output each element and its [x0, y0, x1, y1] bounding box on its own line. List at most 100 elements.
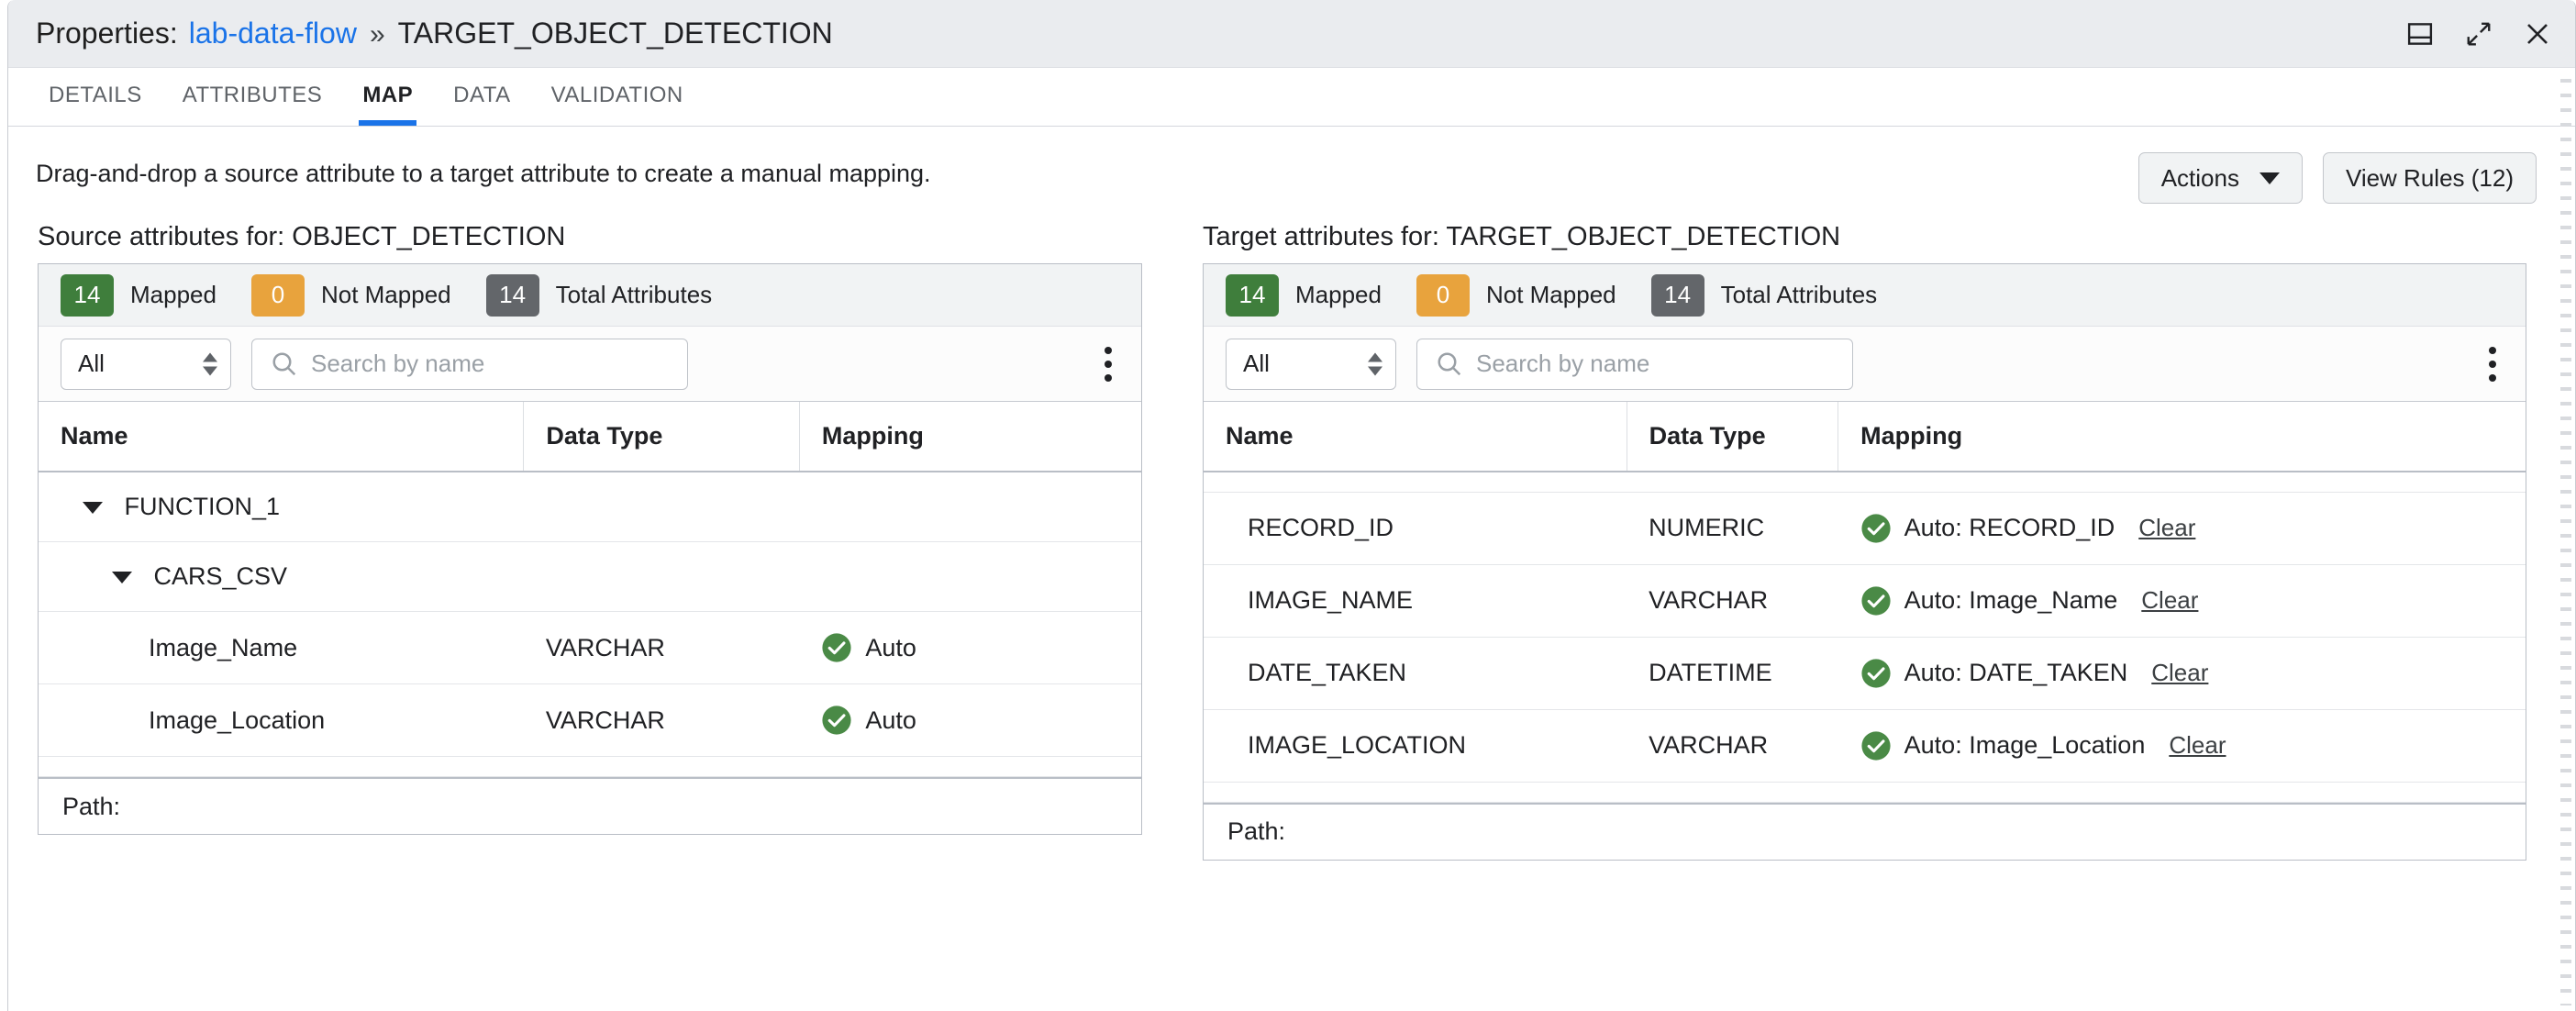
- source-row-datatype: VARCHAR: [523, 683, 800, 757]
- chevron-down-icon[interactable]: [83, 502, 103, 515]
- source-row-datatype: [523, 541, 800, 612]
- target-row-name: IMAGE_NAME: [1204, 564, 1627, 638]
- actions-button[interactable]: Actions: [2137, 152, 2303, 204]
- source-col-name: Name: [39, 402, 525, 472]
- table-row-partial: [39, 756, 1141, 777]
- table-row[interactable]: RECORD_ID NUMERIC Auto: RECORD_ID Clear: [1204, 492, 2526, 565]
- target-row-mapping-cell: Auto: DATE_TAKEN Clear: [1838, 637, 2526, 710]
- tab-data[interactable]: DATA: [433, 68, 530, 126]
- source-path-footer: Path:: [39, 777, 1141, 834]
- target-mapping-label: Auto: RECORD_ID: [1904, 514, 2115, 541]
- source-col-mapping: Mapping: [799, 402, 1141, 472]
- expand-icon[interactable]: [2465, 20, 2493, 48]
- target-total-label: Total Attributes: [1720, 281, 1878, 308]
- check-circle-icon: [822, 705, 851, 735]
- target-path-footer: Path:: [1204, 802, 2526, 860]
- clear-mapping-link[interactable]: Clear: [2141, 586, 2198, 615]
- source-table-header-row: Name Data Type Mapping: [39, 402, 1141, 472]
- source-panel-heading: Source attributes for: OBJECT_DETECTION: [38, 222, 566, 251]
- source-more-options-icon[interactable]: [1099, 341, 1117, 387]
- clear-mapping-link[interactable]: Clear: [2138, 514, 2195, 542]
- stepper-icon: [203, 352, 217, 375]
- target-filter-select[interactable]: All: [1226, 338, 1396, 390]
- source-mapped-badge: 14: [61, 273, 114, 317]
- table-row[interactable]: Image_Name VARCHAR Auto: [39, 611, 1141, 684]
- table-row[interactable]: IMAGE_LOCATION VARCHAR Auto: Image_Locat…: [1204, 709, 2526, 783]
- target-mapping-label: Auto: DATE_TAKEN: [1904, 659, 2128, 686]
- search-icon: [272, 352, 296, 375]
- target-mapping-label: Auto: Image_Name: [1904, 586, 2118, 614]
- source-stat-total: 14 Total Attributes: [485, 273, 748, 317]
- source-filter-bar: All: [39, 327, 1141, 402]
- source-attributes-panel: 14 Mapped 0 Not Mapped 14 Total Attribut…: [38, 263, 1142, 835]
- target-search-input[interactable]: [1476, 350, 1852, 378]
- target-row-name: RECORD_ID: [1204, 492, 1627, 565]
- target-row-datatype: NUMERIC: [1627, 492, 1838, 565]
- source-row-name: Image_Location: [39, 683, 524, 757]
- page-title-prefix: Properties:: [36, 17, 178, 50]
- actions-button-label: Actions: [2160, 163, 2239, 192]
- tab-details[interactable]: DETAILS: [28, 68, 162, 126]
- target-stat-mapped: 14 Mapped: [1226, 273, 1416, 317]
- source-mapped-label: Mapped: [130, 281, 217, 308]
- target-stat-total: 14 Total Attributes: [1650, 273, 1913, 317]
- table-row[interactable]: IMAGE_NAME VARCHAR Auto: Image_Name Clea…: [1204, 564, 2526, 638]
- target-row-mapping-cell: Auto: Image_Location Clear: [1838, 709, 2526, 783]
- table-row[interactable]: DATE_TAKEN DATETIME Auto: DATE_TAKEN Cle…: [1204, 637, 2526, 710]
- breadcrumb-link-lab-data-flow[interactable]: lab-data-flow: [189, 17, 357, 50]
- target-search-box[interactable]: [1416, 338, 1853, 390]
- target-row-mapping-cell: Auto: RECORD_ID Clear: [1838, 492, 2526, 565]
- clear-mapping-link[interactable]: Clear: [2169, 731, 2226, 760]
- target-row-name: DATE_TAKEN: [1204, 637, 1627, 710]
- view-rules-button[interactable]: View Rules (12): [2322, 152, 2537, 204]
- table-row[interactable]: Image_Location VARCHAR Auto: [39, 683, 1141, 757]
- target-not-mapped-label: Not Mapped: [1485, 281, 1616, 308]
- table-row[interactable]: FUNCTION_1: [39, 472, 1141, 542]
- target-not-mapped-badge: 0: [1416, 273, 1470, 317]
- toolbar-row: Drag-and-drop a source attribute to a ta…: [8, 127, 2575, 222]
- target-mapping-label: Auto: Image_Location: [1904, 731, 2146, 759]
- source-mapping-label: Auto: [865, 633, 916, 661]
- breadcrumb-separator: »: [369, 19, 385, 50]
- tab-validation[interactable]: VALIDATION: [531, 68, 704, 126]
- table-row[interactable]: CARS_CSV: [39, 541, 1141, 612]
- source-attributes-table: Name Data Type Mapping FUNCTION_1 CARS_C…: [39, 402, 1141, 777]
- source-row-group-name: FUNCTION_1: [39, 472, 524, 542]
- tab-attributes[interactable]: ATTRIBUTES: [162, 68, 343, 126]
- target-filter-bar: All: [1204, 327, 2526, 402]
- check-circle-icon: [1861, 585, 1891, 616]
- breadcrumb-current: TARGET_OBJECT_DETECTION: [397, 17, 833, 50]
- target-row-datatype: DATETIME: [1627, 637, 1838, 710]
- source-row-mapping: [799, 472, 1141, 542]
- window-titlebar: Properties: lab-data-flow » TARGET_OBJEC…: [8, 0, 2575, 68]
- tab-map[interactable]: MAP: [342, 68, 433, 126]
- target-mapped-label: Mapped: [1295, 281, 1382, 308]
- source-group-label: FUNCTION_1: [124, 493, 281, 520]
- target-filter-value: All: [1243, 350, 1270, 377]
- source-filter-select[interactable]: All: [61, 338, 231, 390]
- tab-bar: DETAILS ATTRIBUTES MAP DATA VALIDATION: [8, 68, 2575, 127]
- window-scrollbar[interactable]: [2560, 79, 2571, 1005]
- stepper-icon: [1368, 352, 1382, 375]
- target-col-datatype: Data Type: [1627, 402, 1839, 472]
- target-col-name: Name: [1204, 402, 1627, 472]
- target-panel-heading: Target attributes for: TARGET_OBJECT_DET…: [1203, 222, 1841, 251]
- source-not-mapped-badge: 0: [250, 273, 305, 317]
- source-search-box[interactable]: [251, 338, 688, 390]
- source-row-group-name: CARS_CSV: [39, 541, 524, 612]
- check-circle-icon: [1861, 658, 1891, 688]
- target-more-options-icon[interactable]: [2483, 341, 2502, 387]
- check-circle-icon: [822, 633, 851, 662]
- table-row-partial: [1204, 472, 2526, 493]
- source-filter-value: All: [78, 350, 105, 377]
- instruction-text: Drag-and-drop a source attribute to a ta…: [36, 160, 931, 187]
- source-row-datatype: [523, 472, 800, 542]
- source-col-datatype: Data Type: [523, 402, 800, 472]
- close-icon[interactable]: [2524, 20, 2551, 48]
- target-table-header-row: Name Data Type Mapping: [1204, 402, 2526, 472]
- chevron-down-icon[interactable]: [112, 572, 132, 584]
- source-search-input[interactable]: [311, 350, 687, 378]
- dock-panel-icon[interactable]: [2406, 20, 2434, 48]
- source-stat-not-mapped: 0 Not Mapped: [250, 273, 486, 317]
- clear-mapping-link[interactable]: Clear: [2151, 659, 2208, 687]
